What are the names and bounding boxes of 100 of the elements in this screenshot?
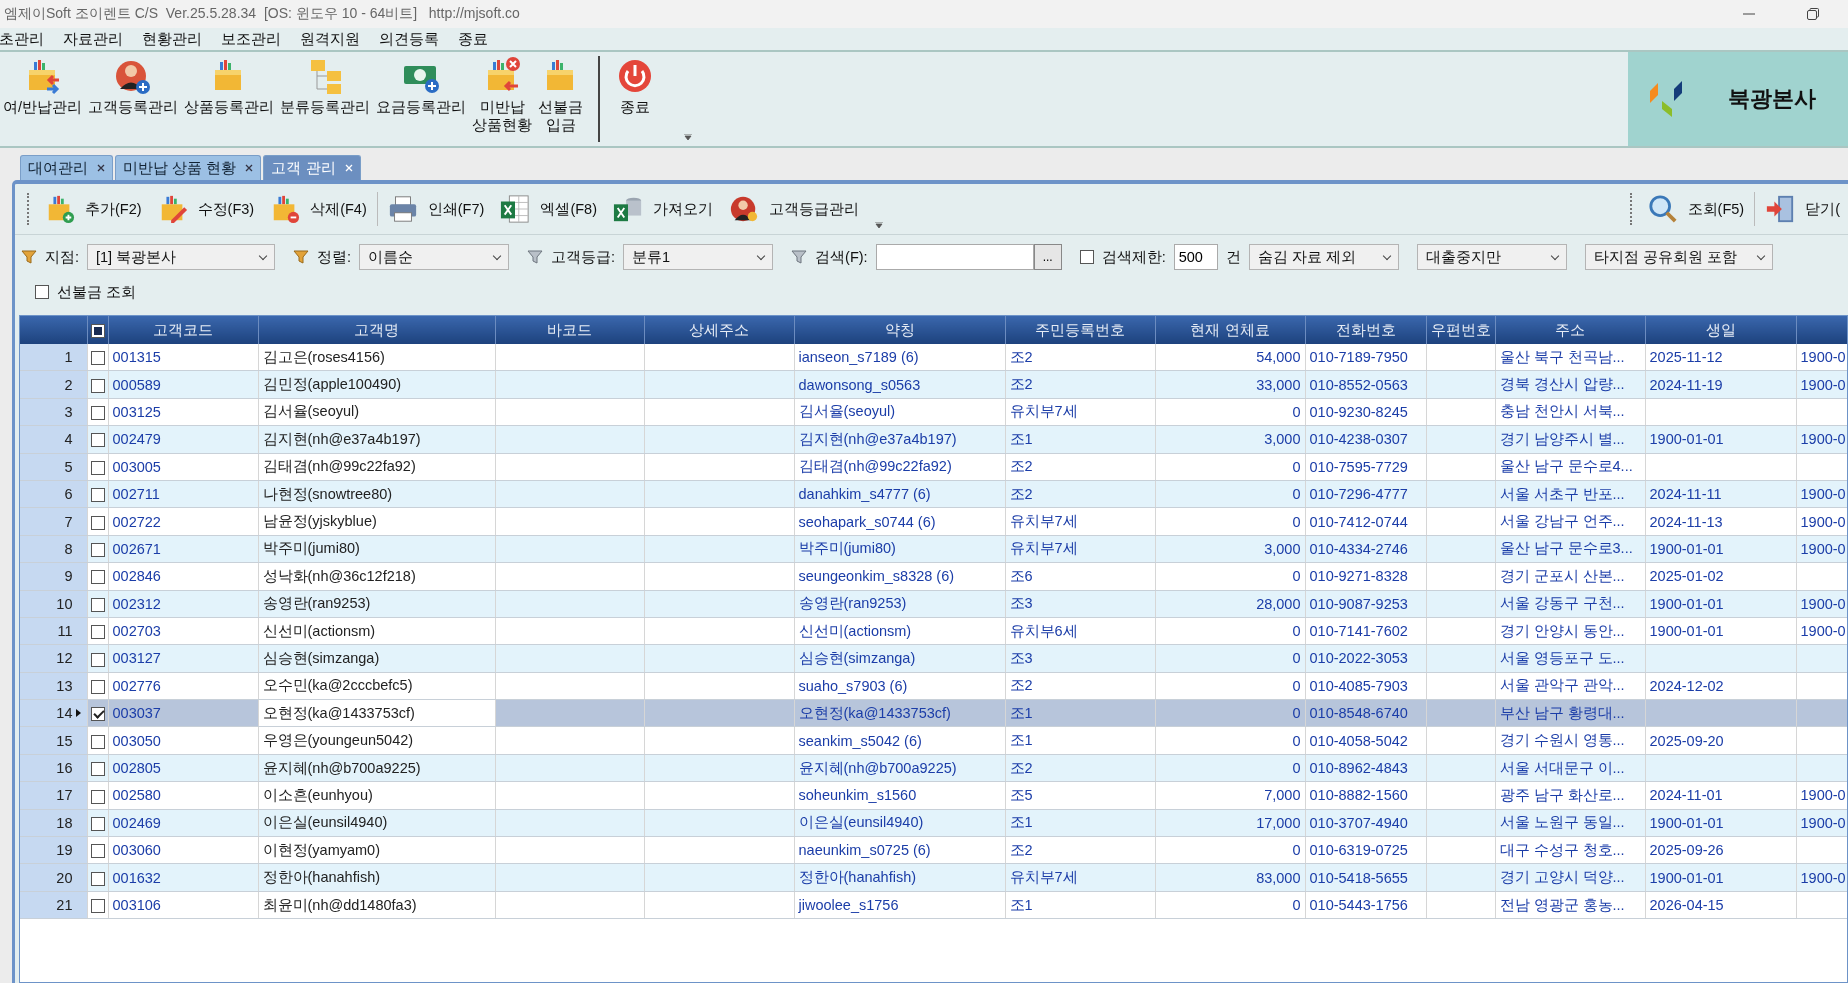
row-number: 18 (20, 809, 87, 837)
grade-dropdown[interactable]: 분류1 (623, 244, 774, 270)
table-cell: 조2 (1009, 841, 1033, 858)
tab[interactable]: 대여관리 (20, 155, 113, 180)
row-checkbox[interactable] (90, 378, 105, 393)
browse-button[interactable]: ... (1033, 244, 1062, 270)
hidden-dropdown[interactable]: 숨김 자료 제외 (1248, 244, 1399, 270)
row-checkbox[interactable] (90, 652, 105, 667)
checkbox[interactable] (1079, 250, 1094, 264)
column-header[interactable]: 고객코드 (108, 316, 258, 344)
close-icon[interactable] (96, 163, 106, 173)
table-cell: 010-5443-1756 (1309, 897, 1408, 913)
branch-label: 지점: (45, 247, 80, 267)
ribbon-button[interactable]: 종료 (612, 52, 659, 146)
table-cell: 조6 (1009, 567, 1033, 584)
column-header[interactable]: 현재 연체료 (1155, 316, 1305, 344)
ribbon-button[interactable]: 미반납 상품현황 (469, 52, 536, 146)
overflow-icon[interactable] (684, 134, 693, 140)
column-header[interactable]: 상세주소 (644, 316, 794, 344)
menu-item[interactable]: 의견등록 (379, 29, 449, 49)
row-checkbox[interactable] (90, 789, 105, 804)
unit-label: 건 (1225, 247, 1241, 267)
limit-field[interactable]: 500 (1173, 244, 1218, 270)
ribbon-button[interactable]: 요금등록관리 (373, 52, 470, 146)
row-checkbox[interactable] (90, 488, 105, 503)
overflow-icon[interactable] (874, 222, 883, 228)
table-cell: 유치부7세 (1009, 869, 1078, 886)
toolbar-button[interactable]: 추가(F2) (37, 194, 150, 224)
search-field[interactable] (875, 244, 1034, 270)
toolbar-button[interactable]: 엑셀(F8) (492, 194, 605, 224)
row-checkbox[interactable] (90, 515, 105, 530)
ribbon-button[interactable]: 분류등록관리 (277, 52, 374, 146)
menu-item[interactable]: 초관리 (0, 29, 54, 49)
row-checkbox[interactable] (90, 707, 105, 722)
toolbar-button[interactable]: 삭제(F4) (262, 194, 375, 224)
toolbar-button[interactable]: 닫기( (1757, 194, 1848, 224)
ribbon-button[interactable]: 상품등록관리 (181, 52, 278, 146)
column-header[interactable]: 생일 (1645, 316, 1796, 344)
table-cell: seungeonkim_s8328 (6) (798, 568, 955, 585)
row-checkbox[interactable] (90, 351, 105, 366)
table-cell: 002469 (112, 814, 161, 831)
select-all-checkbox[interactable] (90, 324, 105, 339)
table-cell: 김지현(nh@e37a4b197) (262, 430, 421, 447)
sort-dropdown[interactable]: 이름순 (359, 244, 510, 270)
table-cell: 003060 (112, 842, 161, 859)
row-number: 4 (20, 425, 87, 454)
menu-item[interactable]: 현황관리 (142, 29, 212, 49)
close-icon[interactable] (244, 163, 255, 173)
restore-icon[interactable] (1806, 7, 1820, 21)
menu-item[interactable]: 보조관리 (221, 29, 291, 49)
column-header[interactable]: 주민등록번호 (1005, 316, 1155, 344)
row-checkbox[interactable] (90, 899, 105, 914)
toolbar-button[interactable]: 인쇄(F7) (379, 194, 493, 224)
toolbar-button[interactable]: 조회(F5) (1639, 194, 1753, 224)
row-number: 6 (20, 480, 87, 508)
row-checkbox[interactable] (90, 816, 105, 831)
menu-item[interactable]: 자료관리 (63, 29, 133, 49)
table-cell: 2025-01-02 (1649, 568, 1724, 585)
branch-dropdown[interactable]: [1] 북광본사 (87, 244, 276, 270)
toolbar-button[interactable]: 가져오기 (604, 194, 721, 224)
row-checkbox[interactable] (90, 625, 105, 640)
column-header[interactable]: 약칭 (794, 316, 1005, 344)
table-cell: 김태겸(nh@99c22fa92) (798, 458, 952, 475)
table-cell: 조2 (1009, 376, 1033, 393)
shared-dropdown[interactable]: 타지점 공유회원 포함 (1584, 244, 1773, 270)
table-cell: 오수민(ka@2cccbefc5) (262, 677, 413, 694)
table-cell: 2025-11-12 (1649, 349, 1723, 366)
table-cell: 000589 (112, 376, 161, 393)
row-number: 16 (20, 754, 87, 782)
row-checkbox[interactable] (90, 871, 105, 886)
table-cell: 조2 (1009, 759, 1033, 776)
menu-item[interactable]: 종료 (458, 29, 498, 49)
row-checkbox[interactable] (90, 570, 105, 585)
row-checkbox[interactable] (90, 433, 105, 448)
menu-item[interactable]: 원격지원 (300, 29, 370, 49)
row-checkbox[interactable] (90, 543, 105, 557)
tab[interactable]: 미반납 상품 현황 (115, 155, 262, 180)
row-checkbox[interactable] (90, 762, 105, 777)
toolbar-button[interactable]: 수정(F3) (149, 194, 263, 224)
column-header[interactable]: 전화번호 (1305, 316, 1426, 344)
column-header[interactable]: 주소 (1495, 316, 1645, 344)
column-header[interactable]: 우편번호 (1426, 316, 1495, 344)
loan-dropdown[interactable]: 대출중지만 (1416, 244, 1567, 270)
toolbar-button[interactable]: 고객등급관리 (720, 194, 867, 224)
column-header[interactable]: 고객명 (258, 316, 495, 344)
ribbon-button[interactable]: 고객등록관리 (85, 52, 182, 146)
checkbox[interactable] (35, 285, 49, 299)
row-checkbox[interactable] (90, 406, 105, 421)
table-cell: 002312 (112, 595, 161, 612)
row-checkbox[interactable] (90, 734, 105, 749)
table-cell: danahkim_s4777 (6) (798, 486, 931, 503)
ribbon-button[interactable]: 선불금 입금 (535, 52, 587, 146)
row-checkbox[interactable] (90, 460, 105, 475)
table-cell: 003125 (112, 403, 161, 420)
ribbon-button[interactable]: 여/반납관리 (0, 52, 86, 146)
row-checkbox[interactable] (90, 597, 105, 612)
column-header[interactable]: 바코드 (495, 316, 644, 344)
row-checkbox[interactable] (90, 844, 105, 859)
row-checkbox[interactable] (90, 679, 105, 694)
table-cell: 010-3707-4940 (1309, 814, 1408, 831)
